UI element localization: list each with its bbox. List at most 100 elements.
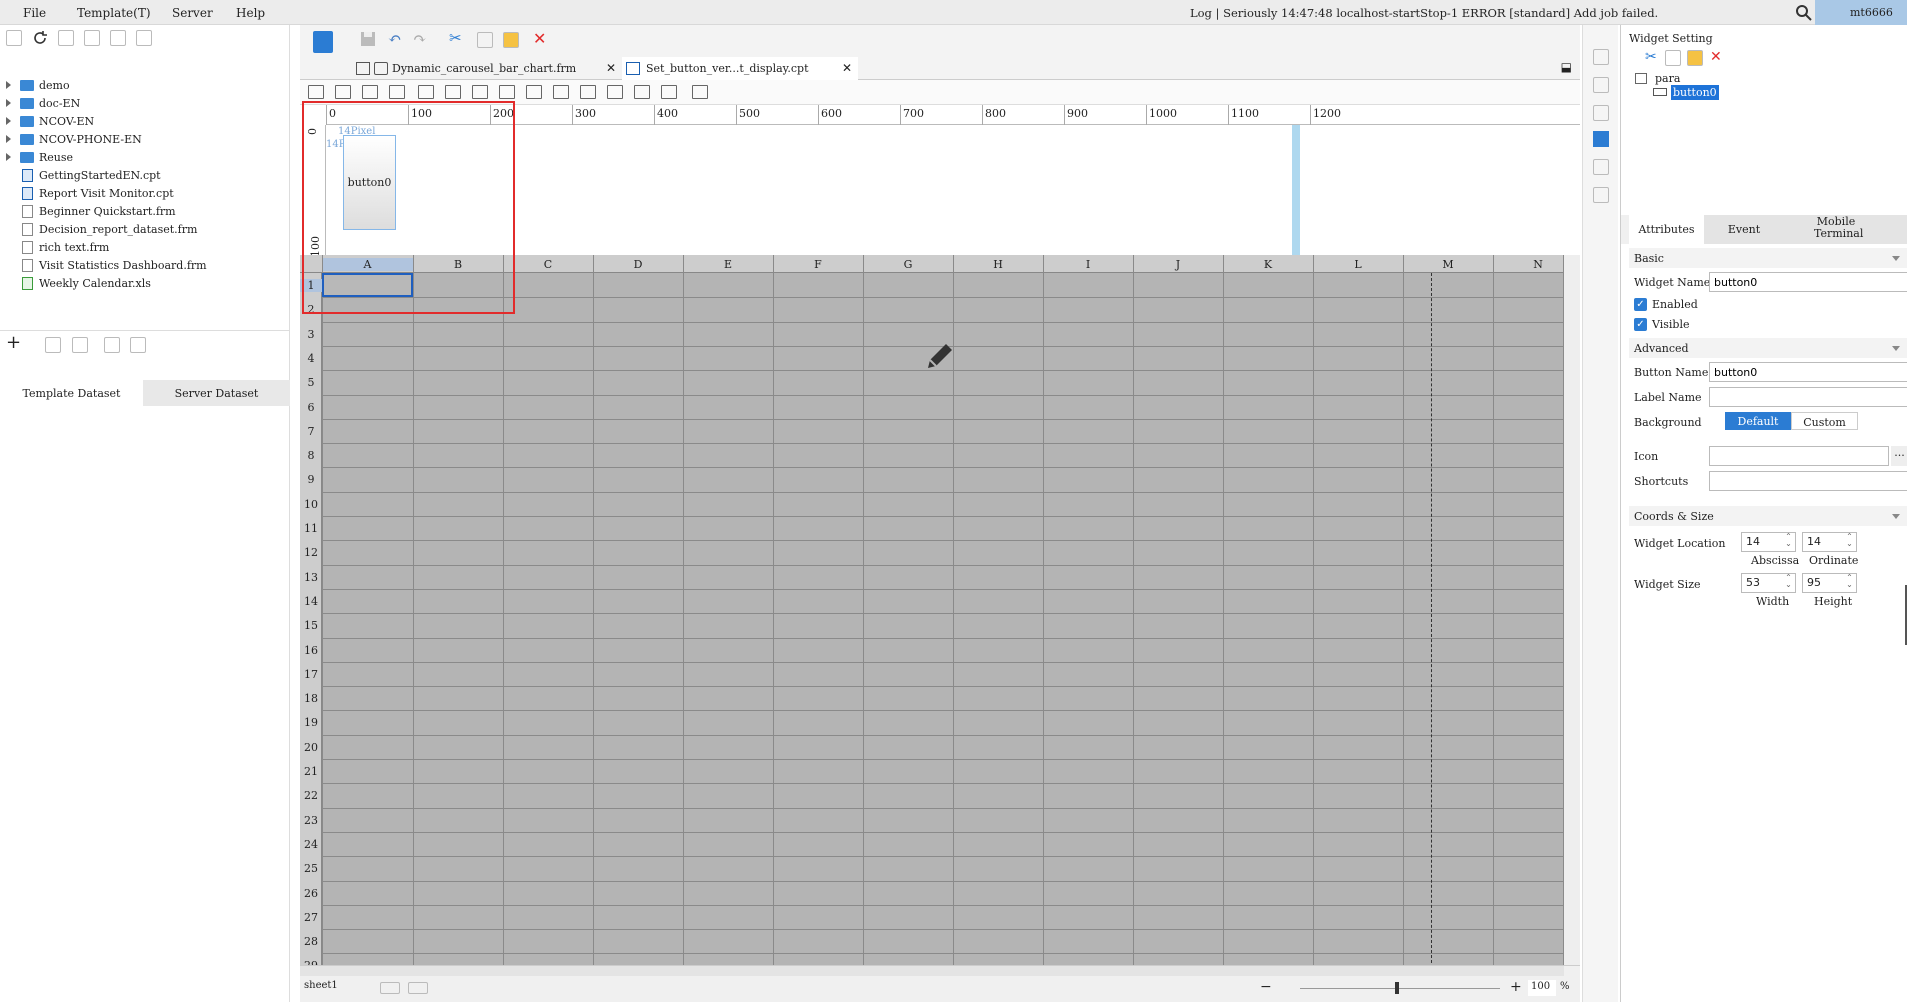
paste-icon[interactable] (503, 32, 519, 48)
width-input[interactable]: 53 (1741, 573, 1796, 593)
row-number[interactable]: 13 (300, 571, 322, 584)
date-widget-icon[interactable] (418, 85, 434, 99)
row-number[interactable]: 12 (300, 546, 322, 559)
icon-input[interactable] (1709, 446, 1889, 466)
abscissa-input[interactable]: 14 (1741, 532, 1796, 552)
save-icon[interactable] (360, 31, 376, 47)
tab-set-button[interactable]: Set_button_ver...t_display.cpt ✕ (622, 57, 858, 80)
row-number[interactable]: 16 (300, 644, 322, 657)
lock-icon[interactable] (84, 30, 100, 46)
row-number[interactable]: 15 (300, 619, 322, 632)
vertical-scrollbar[interactable] (1564, 255, 1580, 965)
user-account[interactable]: mt6666 (1815, 0, 1907, 25)
tab-dynamic-carousel[interactable]: Dynamic_carousel_bar_chart.frm ✕ (352, 57, 622, 80)
template-menu-icon[interactable] (313, 31, 333, 53)
row-number[interactable]: 3 (300, 328, 322, 341)
label-name-input[interactable] (1709, 387, 1907, 407)
bg-default-button[interactable]: Default (1725, 412, 1791, 430)
hyperlink-icon[interactable] (1593, 187, 1609, 203)
text-widget-icon[interactable] (308, 85, 324, 99)
delete-icon[interactable]: ✕ (533, 29, 546, 48)
row-number[interactable]: 19 (300, 716, 322, 729)
menu-template[interactable]: Template(T) (77, 6, 151, 20)
row-number[interactable]: 10 (300, 498, 322, 511)
row-number[interactable]: 6 (300, 401, 322, 414)
row-number[interactable]: 9 (300, 473, 322, 486)
row-number[interactable]: 27 (300, 911, 322, 924)
add-dataset-icon[interactable]: + (6, 334, 21, 352)
widget-name-input[interactable] (1709, 272, 1907, 292)
locate-icon[interactable] (58, 30, 74, 46)
row-number[interactable]: 17 (300, 668, 322, 681)
horizontal-scrollbar[interactable] (300, 966, 1564, 976)
pane-boundary[interactable] (1292, 125, 1300, 270)
redo-icon[interactable]: ↷ (413, 29, 426, 48)
section-advanced[interactable]: Advanced (1629, 338, 1907, 358)
tree-widget-icon[interactable] (634, 85, 650, 99)
copy-icon[interactable] (1665, 50, 1681, 66)
tab-template-dataset[interactable]: Template Dataset (0, 380, 143, 406)
edit-icon[interactable] (45, 337, 61, 353)
row-number[interactable]: 14 (300, 595, 322, 608)
delete-icon[interactable] (110, 30, 126, 46)
undo-icon[interactable]: ↶ (388, 29, 401, 48)
tab-mobile-terminal[interactable]: Mobile Terminal (1784, 215, 1907, 244)
button-name-input[interactable] (1709, 362, 1907, 382)
delete-dataset-icon[interactable] (72, 337, 88, 353)
cut-icon[interactable]: ✂ (1645, 49, 1657, 65)
textarea-widget-icon[interactable] (580, 85, 596, 99)
icon-browse-button[interactable]: ... (1891, 446, 1907, 466)
menu-server[interactable]: Server (172, 6, 213, 20)
zoom-value[interactable]: 100 (1528, 980, 1556, 996)
label-widget-icon[interactable] (335, 85, 351, 99)
visible-checkbox[interactable]: ✓ (1634, 318, 1647, 331)
shortcuts-input[interactable] (1709, 471, 1907, 491)
widget-attr-icon[interactable] (1593, 105, 1609, 121)
tabs-menu-icon[interactable]: ⬓ (1561, 60, 1572, 74)
zoom-slider-thumb[interactable] (1395, 982, 1399, 994)
log-message[interactable]: Log | Seriously 14:47:48 localhost-start… (1190, 6, 1658, 20)
row-number[interactable]: 5 (300, 376, 322, 389)
row-number[interactable]: 23 (300, 814, 322, 827)
paste-icon[interactable] (1687, 50, 1703, 66)
close-tab-icon[interactable]: ✕ (606, 61, 616, 75)
checkbox-widget-icon[interactable] (553, 85, 569, 99)
preview-icon[interactable] (104, 337, 120, 353)
zoom-slider[interactable] (1300, 988, 1500, 989)
calendar-widget-icon[interactable] (445, 85, 461, 99)
sheet-tab[interactable]: sheet1 (304, 980, 338, 991)
zoom-in-icon[interactable]: + (1510, 979, 1522, 995)
row-number[interactable]: 18 (300, 692, 322, 705)
row-number[interactable]: 8 (300, 449, 322, 462)
tree-child-selected[interactable]: button0 (1671, 85, 1719, 100)
new-folder-icon[interactable] (6, 30, 22, 46)
row-number[interactable]: 28 (300, 935, 322, 948)
server-dataset-icon[interactable] (130, 337, 146, 353)
close-tab-icon[interactable]: ✕ (842, 61, 852, 75)
link-icon[interactable] (1593, 159, 1609, 175)
combo-widget-icon[interactable] (389, 85, 405, 99)
add-poly-sheet-icon[interactable] (408, 982, 428, 994)
password-widget-icon[interactable] (607, 85, 623, 99)
row-number[interactable]: 11 (300, 522, 322, 535)
row-number[interactable]: 7 (300, 425, 322, 438)
section-coords-size[interactable]: Coords & Size (1629, 506, 1907, 526)
cut-icon[interactable]: ✂ (449, 29, 462, 47)
row-number[interactable]: 22 (300, 789, 322, 802)
copy-icon[interactable] (477, 32, 493, 48)
tab-event[interactable]: Event (1704, 215, 1784, 244)
button-widget-icon[interactable] (362, 85, 378, 99)
more-widgets-icon[interactable] (692, 85, 708, 99)
widget-setting-icon[interactable] (1593, 131, 1609, 147)
list-widget-icon[interactable] (499, 85, 515, 99)
search-icon[interactable] (1795, 4, 1813, 22)
row-number[interactable]: 24 (300, 838, 322, 851)
cell-attr-icon[interactable] (1593, 49, 1609, 65)
row-number[interactable]: 26 (300, 887, 322, 900)
row-number[interactable]: 20 (300, 741, 322, 754)
condition-attr-icon[interactable] (1593, 77, 1609, 93)
delete-icon[interactable]: ✕ (1710, 49, 1722, 65)
tab-attributes[interactable]: Attributes (1629, 215, 1704, 244)
radio-widget-icon[interactable] (526, 85, 542, 99)
bg-custom-button[interactable]: Custom (1791, 412, 1858, 430)
